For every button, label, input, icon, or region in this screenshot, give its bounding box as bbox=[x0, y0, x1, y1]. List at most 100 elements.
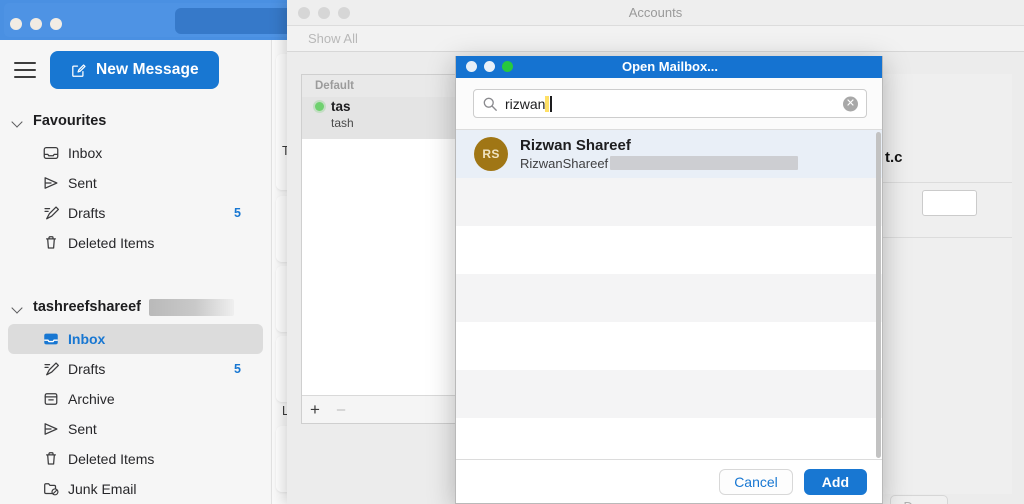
zoom-button-icon[interactable] bbox=[50, 18, 62, 30]
open-mailbox-title: Open Mailbox... bbox=[456, 56, 883, 78]
sidebar-item-label: Deleted Items bbox=[68, 451, 154, 467]
results-scrollbar[interactable] bbox=[875, 132, 881, 458]
account-email-text: t.c bbox=[885, 149, 903, 166]
search-results-list: RS Rizwan Shareef RizwanShareef bbox=[456, 130, 883, 460]
scrollbar-thumb[interactable] bbox=[876, 132, 881, 458]
clear-icon[interactable]: ✕ bbox=[843, 96, 858, 111]
sidebar-item-label: Inbox bbox=[68, 331, 105, 347]
trash-icon bbox=[42, 450, 60, 468]
result-name: Rizwan Shareef bbox=[520, 137, 798, 154]
search-result-row[interactable]: RS Rizwan Shareef RizwanShareef bbox=[456, 130, 883, 178]
divider bbox=[872, 237, 1012, 238]
search-selection-highlight bbox=[545, 96, 549, 112]
sidebar-item-count: 5 bbox=[234, 362, 241, 376]
search-result-empty-row bbox=[456, 322, 883, 370]
accounts-window-title: Accounts bbox=[287, 0, 1024, 26]
search-icon bbox=[482, 96, 498, 112]
text-caret bbox=[550, 96, 552, 112]
search-result-empty-row bbox=[456, 418, 883, 460]
account-name: tas bbox=[331, 99, 351, 114]
zoom-button-icon[interactable] bbox=[338, 7, 350, 19]
compose-icon bbox=[70, 62, 87, 79]
result-detail: RizwanShareef bbox=[520, 156, 798, 172]
search-result-empty-row bbox=[456, 178, 883, 226]
trash-icon bbox=[42, 234, 60, 252]
sidebar-item-label: Deleted Items bbox=[68, 235, 154, 251]
sidebar-item-deleted-items-account[interactable]: Deleted Items bbox=[8, 444, 263, 474]
accounts-list: Default tas tash + – bbox=[301, 74, 481, 424]
new-message-label: New Message bbox=[96, 61, 199, 79]
divider bbox=[872, 182, 1012, 183]
junk-icon bbox=[42, 480, 60, 498]
sidebar-item-drafts-account[interactable]: Drafts 5 bbox=[8, 354, 263, 384]
inbox-icon bbox=[42, 144, 60, 162]
inbox-icon bbox=[42, 330, 60, 348]
sent-icon bbox=[42, 420, 60, 438]
sidebar-list-account: Inbox Drafts 5 bbox=[0, 324, 271, 504]
avatar: RS bbox=[474, 137, 508, 171]
minimize-button-icon[interactable] bbox=[30, 18, 42, 30]
chevron-down-icon[interactable] bbox=[12, 302, 23, 313]
search-result-empty-row bbox=[456, 274, 883, 322]
close-button-icon[interactable] bbox=[466, 61, 477, 72]
sidebar-group-favourites[interactable]: Favourites bbox=[0, 106, 271, 136]
search-result-empty-row bbox=[456, 226, 883, 274]
search-input-value[interactable]: rizwan bbox=[505, 96, 552, 112]
remove-account-button[interactable]: – bbox=[328, 402, 354, 417]
minimize-button-icon[interactable] bbox=[484, 61, 495, 72]
close-button-icon[interactable] bbox=[10, 18, 22, 30]
accounts-traffic-lights[interactable] bbox=[298, 7, 350, 19]
new-message-button[interactable]: New Message bbox=[50, 51, 219, 89]
sidebar-item-label: Junk Email bbox=[68, 481, 136, 497]
sidebar-toolbar: New Message bbox=[0, 40, 271, 100]
drafts-icon bbox=[42, 204, 60, 222]
accounts-title-bar: Accounts bbox=[287, 0, 1024, 26]
search-field[interactable]: rizwan ✕ bbox=[473, 89, 867, 118]
sidebar-item-label: Sent bbox=[68, 175, 97, 191]
sidebar-item-drafts[interactable]: Drafts 5 bbox=[8, 198, 263, 228]
hamburger-icon[interactable] bbox=[14, 62, 36, 78]
search-result-empty-row bbox=[456, 370, 883, 418]
sidebar-item-sent[interactable]: Sent bbox=[8, 168, 263, 198]
archive-icon bbox=[42, 390, 60, 408]
drafts-icon bbox=[42, 360, 60, 378]
sidebar-item-archive[interactable]: Archive bbox=[8, 384, 263, 414]
open-mailbox-traffic-lights[interactable] bbox=[466, 61, 513, 72]
search-result-text: Rizwan Shareef RizwanShareef bbox=[520, 137, 798, 172]
close-button-icon[interactable] bbox=[298, 7, 310, 19]
accounts-right-panel bbox=[862, 74, 1012, 494]
redacted-account-suffix bbox=[149, 299, 234, 316]
add-button[interactable]: Add bbox=[804, 469, 867, 495]
accounts-list-row[interactable]: tas tash bbox=[302, 97, 480, 139]
mail-traffic-lights[interactable] bbox=[10, 18, 62, 30]
sidebar-item-label: Drafts bbox=[68, 205, 105, 221]
open-mailbox-dialog: Open Mailbox... rizwan ✕ bbox=[455, 56, 883, 504]
show-all-button[interactable]: Show All bbox=[299, 29, 367, 49]
accounts-list-section-header: Default bbox=[302, 75, 480, 97]
redacted-email-domain bbox=[610, 156, 798, 170]
sidebar-group-label: Favourites bbox=[33, 113, 106, 129]
zoom-button-icon[interactable] bbox=[502, 61, 513, 72]
sidebar-group-account[interactable]: tashreefshareef bbox=[0, 292, 271, 322]
sidebar-item-junk-email[interactable]: Junk Email bbox=[8, 474, 263, 504]
sidebar-item-deleted-items[interactable]: Deleted Items bbox=[8, 228, 263, 258]
sidebar-item-label: Sent bbox=[68, 421, 97, 437]
cancel-button[interactable]: Cancel bbox=[719, 469, 793, 495]
chevron-down-icon[interactable] bbox=[12, 116, 23, 127]
sidebar-group-label: tashreefshareef bbox=[33, 299, 141, 315]
add-account-button[interactable]: + bbox=[302, 401, 328, 418]
sidebar-item-sent-account[interactable]: Sent bbox=[8, 414, 263, 444]
sidebar-item-label: Inbox bbox=[68, 145, 102, 161]
sidebar-item-label: Drafts bbox=[68, 361, 105, 377]
sidebar: New Message Favourites Inbox bbox=[0, 40, 272, 504]
search-area: rizwan ✕ bbox=[456, 78, 883, 130]
search-text: rizwan bbox=[505, 96, 545, 112]
sidebar-item-inbox[interactable]: Inbox bbox=[8, 138, 263, 168]
sent-icon bbox=[42, 174, 60, 192]
sidebar-item-inbox-account[interactable]: Inbox bbox=[8, 324, 263, 354]
accounts-toolbar: Show All bbox=[287, 26, 1024, 52]
account-detail-input[interactable] bbox=[922, 190, 977, 216]
done-button[interactable]: Done bbox=[890, 495, 948, 504]
minimize-button-icon[interactable] bbox=[318, 7, 330, 19]
sidebar-list-favourites: Inbox Sent bbox=[0, 138, 271, 258]
